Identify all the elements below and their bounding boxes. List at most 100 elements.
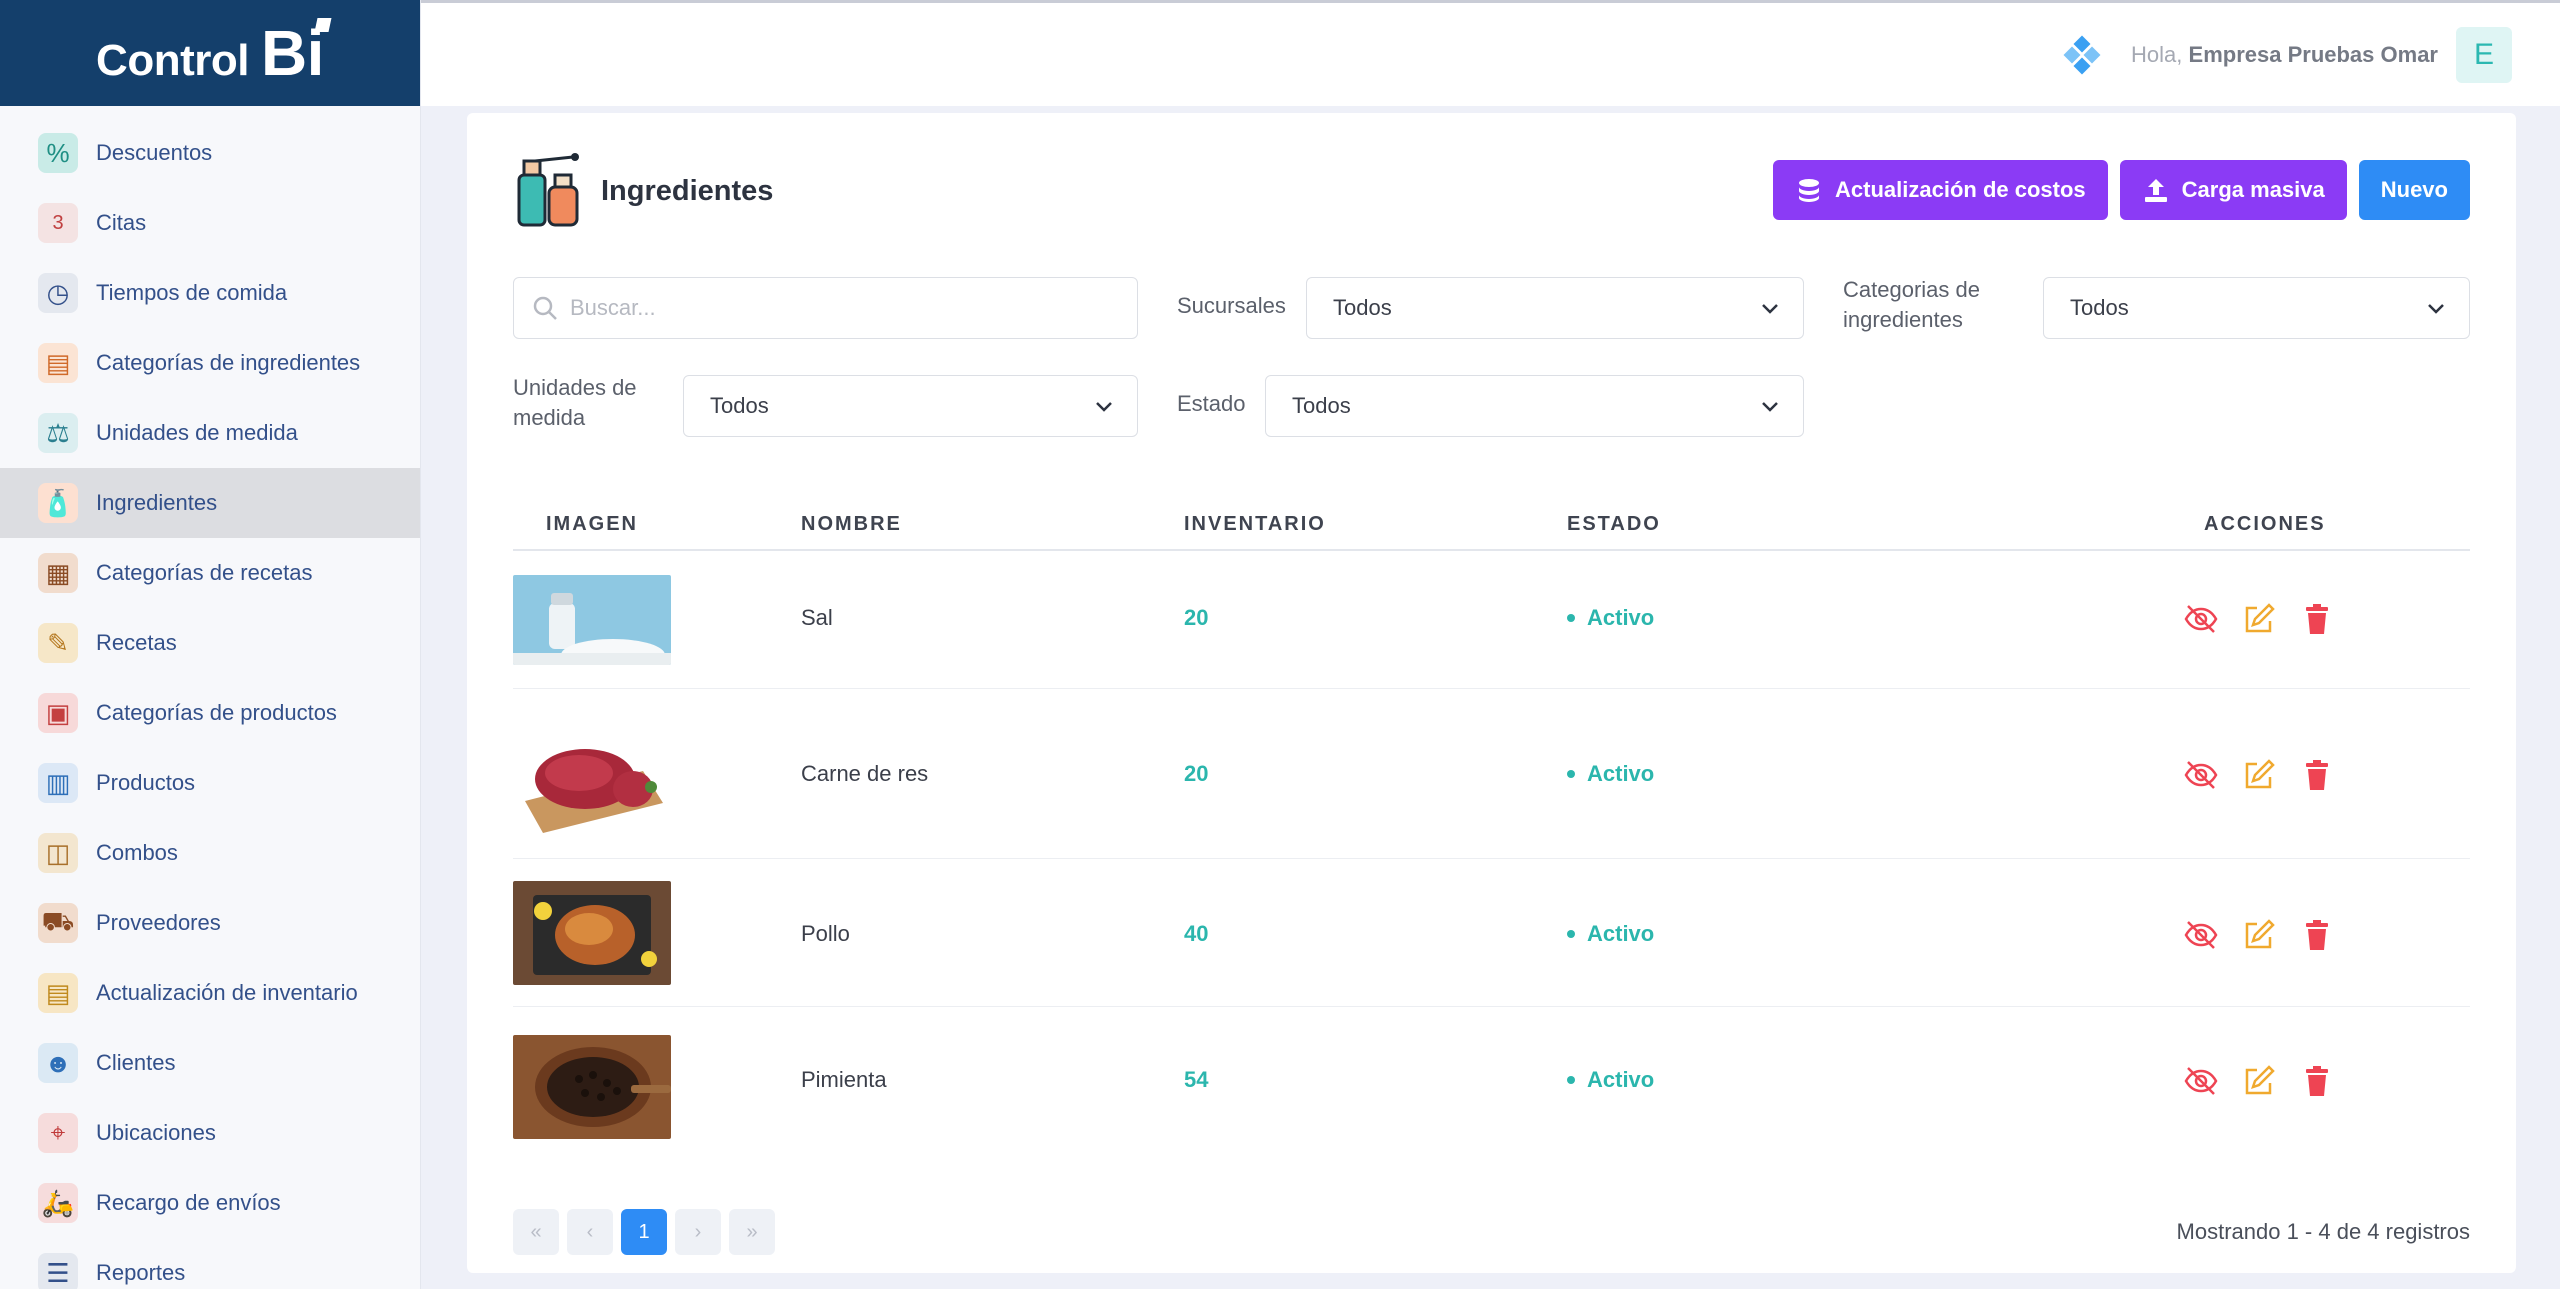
sidebar-item-label: Categorías de productos — [96, 700, 337, 725]
page-title: Ingredientes — [601, 174, 774, 207]
edit-icon[interactable] — [2241, 601, 2277, 637]
sidebar-item-descuentos[interactable]: % Descuentos — [0, 118, 420, 188]
last-page-button[interactable]: » — [729, 1209, 775, 1255]
coins-icon — [1799, 179, 1820, 202]
combos-icon: ◫ — [38, 833, 78, 873]
branches-label: Sucursales — [1177, 293, 1286, 318]
sidebar-item-label: Reportes — [96, 1260, 186, 1285]
sidebar-item-citas[interactable]: 3 Citas — [0, 188, 420, 258]
hide-icon[interactable] — [2183, 601, 2219, 637]
sidebar-item-clientes[interactable]: ☻ Clientes — [0, 1028, 420, 1098]
units-value: Todos — [710, 393, 769, 418]
sidebar-item-reportes[interactable]: ☰ Reportes — [0, 1238, 420, 1289]
update-costs-label: Actualización de costos — [1835, 177, 2086, 202]
units-label-line2: medida — [513, 405, 586, 430]
measure-units-icon: ⚖ — [38, 413, 78, 453]
branches-select[interactable]: Todos — [1306, 277, 1804, 339]
sidebar-item-actualizacion-inventario[interactable]: ▤ Actualización de inventario — [0, 958, 420, 1028]
units-select[interactable]: Todos — [683, 375, 1138, 437]
sidebar-item-tiempos-comida[interactable]: ◷ Tiempos de comida — [0, 258, 420, 328]
sidebar-item-ubicaciones[interactable]: ⌖ Ubicaciones — [0, 1098, 420, 1168]
brand-logo[interactable]: Control Bi — [0, 0, 420, 106]
sidebar-item-productos[interactable]: ▥ Productos — [0, 748, 420, 818]
first-page-button[interactable]: « — [513, 1209, 559, 1255]
prev-page-button[interactable]: ‹ — [567, 1209, 613, 1255]
sidebar-item-label: Proveedores — [96, 910, 221, 935]
ingredient-categories-icon: ▤ — [38, 343, 78, 383]
delete-icon[interactable] — [2299, 757, 2335, 793]
sidebar-item-categorias-recetas[interactable]: ▦ Categorías de recetas — [0, 538, 420, 608]
delete-icon[interactable] — [2299, 1063, 2335, 1099]
clients-icon: ☻ — [38, 1043, 78, 1083]
inventory-update-icon: ▤ — [38, 973, 78, 1013]
sidebar-item-label: Clientes — [96, 1050, 176, 1075]
chevron-down-icon — [1762, 304, 1778, 314]
locations-icon: ⌖ — [38, 1113, 78, 1153]
row-actions — [2183, 1063, 2335, 1099]
table-row: Pimienta 54 Activo — [513, 1007, 2470, 1153]
delete-icon[interactable] — [2299, 917, 2335, 953]
sidebar-item-ingredientes[interactable]: 🧴 Ingredientes — [0, 468, 420, 538]
table-row: Carne de res 20 Activo — [513, 689, 2470, 859]
sidebar-item-unidades-medida[interactable]: ⚖ Unidades de medida — [0, 398, 420, 468]
ingredient-name: Sal — [801, 605, 833, 630]
suppliers-icon: ⛟ — [38, 903, 78, 943]
sidebar-item-label: Tiempos de comida — [96, 280, 288, 305]
row-actions — [2183, 757, 2335, 793]
sidebar-item-recetas[interactable]: ✎ Recetas — [0, 608, 420, 678]
search-input[interactable] — [570, 295, 1110, 321]
sidebar-item-label: Citas — [96, 210, 147, 235]
page-number-button[interactable]: 1 — [621, 1209, 667, 1255]
update-costs-button[interactable]: Actualización de costos — [1773, 160, 2108, 220]
reports-icon: ☰ — [38, 1253, 78, 1289]
next-page-button[interactable]: › — [675, 1209, 721, 1255]
sidebar-item-combos[interactable]: ◫ Combos — [0, 818, 420, 888]
column-header-image: IMAGEN — [546, 513, 638, 535]
meal-time-icon: ◷ — [38, 273, 78, 313]
sidebar-item-label: Unidades de medida — [96, 420, 298, 445]
ingredient-inventory: 20 — [1184, 605, 1209, 630]
product-categories-icon: ▣ — [38, 693, 78, 733]
table-header: IMAGEN NOMBRE INVENTARIO ESTADO ACCIONES — [513, 501, 2470, 551]
sidebar-item-label: Recargo de envíos — [96, 1190, 281, 1215]
sidebar-item-recargo-envios[interactable]: 🛵 Recargo de envíos — [0, 1168, 420, 1238]
ingredient-name: Pimienta — [801, 1067, 887, 1092]
bulk-upload-button[interactable]: Carga masiva — [2119, 160, 2347, 220]
edit-icon[interactable] — [2241, 757, 2277, 793]
ingredient-inventory: 20 — [1184, 761, 1209, 786]
avatar[interactable]: E — [2456, 26, 2512, 83]
recipe-categories-icon: ▦ — [38, 553, 78, 593]
hide-icon[interactable] — [2183, 917, 2219, 953]
sidebar-item-label: Categorías de recetas — [96, 560, 313, 585]
categories-select[interactable]: Todos — [2043, 277, 2470, 339]
sidebar-item-label: Combos — [96, 840, 178, 865]
status-badge: Activo — [1567, 761, 1654, 787]
edit-icon[interactable] — [2241, 1063, 2277, 1099]
discount-icon: % — [38, 133, 78, 173]
hide-icon[interactable] — [2183, 757, 2219, 793]
main-card: Ingredientes Actualización de costos Car… — [467, 113, 2516, 1273]
chevron-down-icon — [2428, 304, 2444, 314]
status-badge: Activo — [1567, 1067, 1654, 1093]
column-header-actions: ACCIONES — [2204, 513, 2326, 535]
app-grid-icon[interactable] — [2063, 35, 2101, 74]
column-header-name: NOMBRE — [801, 513, 902, 535]
sidebar-item-proveedores[interactable]: ⛟ Proveedores — [0, 888, 420, 958]
sidebar-item-label: Recetas — [96, 630, 177, 655]
records-summary: Mostrando 1 - 4 de 4 registros — [2176, 1219, 2470, 1244]
chevron-down-icon — [1762, 402, 1778, 412]
topbar: Hola, Empresa Pruebas Omar E — [421, 0, 2560, 106]
status-select[interactable]: Todos — [1265, 375, 1804, 437]
edit-icon[interactable] — [2241, 917, 2277, 953]
delete-icon[interactable] — [2299, 601, 2335, 637]
categories-label-line1: Categorias de — [1843, 277, 1980, 302]
chevron-down-icon — [1096, 402, 1112, 412]
sidebar-item-categorias-productos[interactable]: ▣ Categorías de productos — [0, 678, 420, 748]
branches-value: Todos — [1333, 295, 1392, 320]
sidebar-item-label: Productos — [96, 770, 196, 795]
sidebar-item-categorias-ingredientes[interactable]: ▤ Categorías de ingredientes — [0, 328, 420, 398]
row-actions — [2183, 601, 2335, 637]
new-button[interactable]: Nuevo — [2358, 160, 2470, 220]
greeting-text: Hola, — [2131, 41, 2183, 67]
hide-icon[interactable] — [2183, 1063, 2219, 1099]
